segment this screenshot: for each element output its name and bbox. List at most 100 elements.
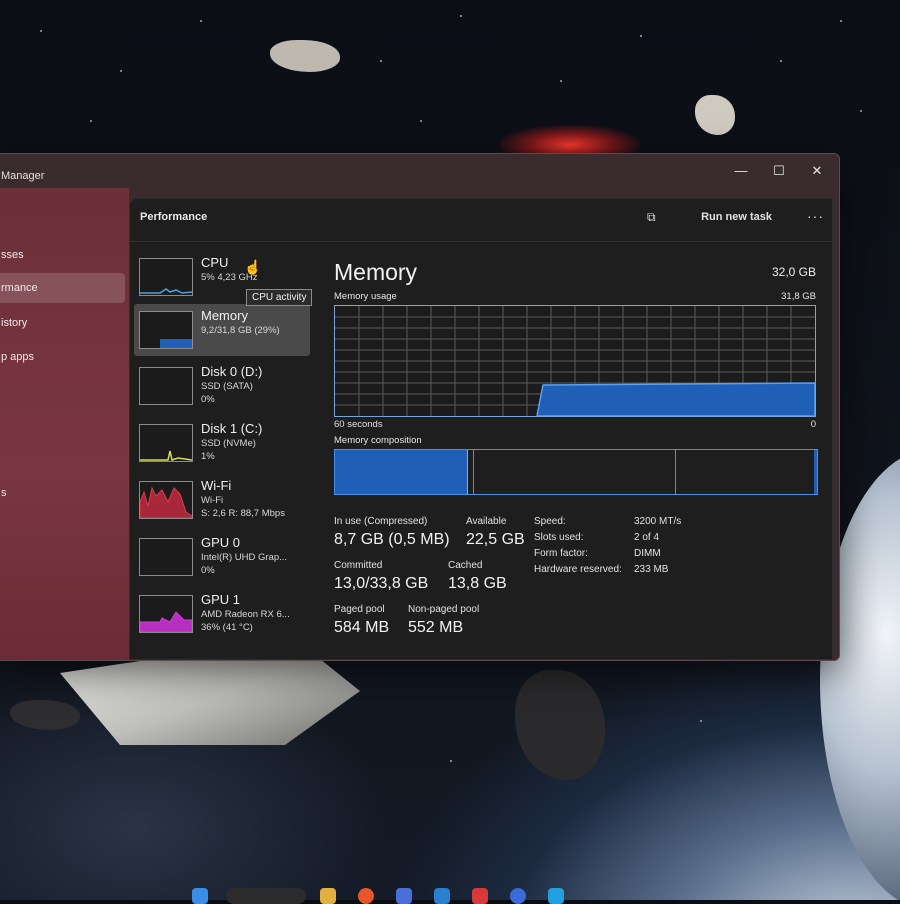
perf-item-name: GPU 0 (201, 535, 241, 550)
speed-key: Speed: (534, 516, 566, 527)
perf-item-value: 0% (201, 565, 215, 576)
close-button[interactable]: ✕ (805, 160, 829, 182)
nonpaged-pool-value: 552 MB (408, 619, 464, 636)
maximize-button[interactable]: ☐ (767, 160, 791, 182)
form-factor-value: DIMM (634, 548, 661, 559)
minimize-button[interactable]: — (729, 160, 753, 182)
committed-label: Committed (334, 560, 383, 571)
gpu0-thumbnail-graph (139, 538, 193, 576)
perf-item-gpu1[interactable]: GPU 1 AMD Radeon RX 6... 36% (41 °C) (134, 588, 310, 640)
paged-pool-value: 584 MB (334, 619, 390, 636)
task-manager-window: Manager — ☐ ✕ sses rmance istory p apps … (0, 153, 840, 661)
run-new-task-button[interactable]: Run new task (701, 211, 772, 223)
run-task-icon[interactable]: ⧉ (647, 210, 660, 224)
memory-total: 32,0 GB (771, 265, 816, 279)
hardware-reserved-key: Hardware reserved: (534, 564, 622, 575)
gpu1-thumbnail-graph (139, 595, 193, 633)
app-icon[interactable] (472, 888, 488, 904)
asteroid-decoration (10, 700, 80, 730)
cached-label: Cached (448, 560, 483, 571)
perf-item-memory[interactable]: Memory 9,2/31,8 GB (29%) (134, 304, 310, 356)
nonpaged-pool-label: Non-paged pool (408, 604, 480, 615)
cpu-thumbnail-graph (139, 258, 193, 296)
asteroid-decoration (515, 670, 605, 780)
sidebar: sses rmance istory p apps s s (0, 188, 129, 660)
paged-pool-label: Paged pool (334, 604, 385, 615)
page-title: Performance (140, 211, 208, 223)
disk0-thumbnail-graph (139, 367, 193, 405)
usage-graph-label: Memory usage (334, 291, 397, 302)
memory-detail: Memory 32,0 GB Memory usage 31,8 GB 60 s… (334, 251, 822, 649)
more-options-button[interactable]: ··· (807, 208, 824, 224)
memory-usage-graph (334, 305, 816, 417)
app-icon[interactable] (548, 888, 564, 904)
detail-title: Memory (334, 259, 418, 285)
window-title: Manager (1, 170, 45, 182)
perf-item-detail: Intel(R) UHD Grap... (201, 552, 288, 563)
perf-item-detail: SSD (SATA) (201, 381, 253, 392)
perf-item-detail: Wi-Fi (201, 495, 224, 506)
memory-thumbnail-graph (139, 311, 193, 349)
taskbar (180, 884, 620, 904)
hardware-reserved-value: 233 MB (634, 564, 669, 575)
perf-item-name: Disk 0 (D:) (201, 364, 263, 379)
perf-item-disk0[interactable]: Disk 0 (D:) SSD (SATA) 0% (134, 360, 310, 412)
perf-item-value: 36% (41 °C) (201, 622, 253, 633)
slots-key: Slots used: (534, 532, 584, 543)
sidebar-item-processes[interactable]: sses (0, 240, 125, 270)
start-icon[interactable] (192, 888, 208, 904)
perf-item-value: 1% (201, 451, 215, 462)
committed-value: 13,0/33,8 GB (334, 575, 429, 592)
available-value: 22,5 GB (466, 531, 525, 548)
perf-item-name: CPU (201, 255, 229, 270)
wifi-thumbnail-graph (139, 481, 193, 519)
form-factor-key: Form factor: (534, 548, 588, 559)
cached-value: 13,8 GB (448, 575, 507, 592)
perf-item-name: Disk 1 (C:) (201, 421, 263, 436)
performance-pane: Performance ⧉ Run new task ··· CPU 5% 4,… (129, 198, 833, 660)
composition-divider (473, 450, 474, 494)
composition-free (814, 450, 817, 494)
graph-axis-right: 0 (810, 419, 816, 430)
perf-item-detail: 9,2/31,8 GB (29%) (201, 325, 280, 336)
title-bar[interactable]: Manager — ☐ ✕ (0, 154, 839, 188)
slots-value: 2 of 4 (634, 532, 660, 543)
tooltip: CPU activity (246, 289, 313, 306)
in-use-value: 8,7 GB (0,5 MB) (334, 531, 450, 548)
composition-in-use (335, 450, 468, 494)
graph-axis-left: 60 seconds (334, 419, 383, 430)
file-explorer-icon[interactable] (320, 888, 336, 904)
browser-icon[interactable] (358, 888, 374, 904)
sidebar-item-startup-apps[interactable]: p apps (0, 342, 125, 372)
composition-label: Memory composition (334, 435, 422, 446)
available-label: Available (466, 516, 507, 527)
perf-item-gpu0[interactable]: GPU 0 Intel(R) UHD Grap... 0% (134, 531, 310, 583)
perf-item-wifi[interactable]: Wi-Fi Wi-Fi S: 2,6 R: 88,7 Mbps (134, 474, 310, 526)
perf-item-detail: AMD Radeon RX 6... (201, 609, 290, 620)
usage-graph-max: 31,8 GB (781, 291, 816, 302)
disk1-thumbnail-graph (139, 424, 193, 462)
perf-item-value: 0% (201, 394, 215, 405)
sidebar-item-details[interactable]: s (1, 487, 7, 499)
asteroid-decoration (695, 95, 735, 135)
perf-item-name: GPU 1 (201, 592, 241, 607)
hand-cursor-icon: ☝ (244, 259, 262, 275)
spaceship-decoration (60, 655, 360, 745)
app-icon[interactable] (510, 888, 526, 904)
speed-value: 3200 MT/s (634, 516, 682, 527)
perf-item-name: Wi-Fi (201, 478, 232, 493)
asteroid-decoration (270, 40, 340, 72)
app-icon[interactable] (434, 888, 450, 904)
in-use-label: In use (Compressed) (334, 516, 428, 527)
memory-composition-bar (334, 449, 818, 495)
perf-item-detail: SSD (NVMe) (201, 438, 256, 449)
sidebar-item-performance[interactable]: rmance (0, 273, 125, 303)
perf-item-disk1[interactable]: Disk 1 (C:) SSD (NVMe) 1% (134, 417, 310, 469)
perf-item-value: S: 2,6 R: 88,7 Mbps (201, 508, 285, 519)
header-divider (130, 241, 832, 242)
app-icon[interactable] (396, 888, 412, 904)
search-icon[interactable] (226, 888, 306, 904)
sidebar-item-app-history[interactable]: istory (0, 308, 125, 338)
perf-item-name: Memory (201, 308, 248, 323)
composition-divider (675, 450, 676, 494)
